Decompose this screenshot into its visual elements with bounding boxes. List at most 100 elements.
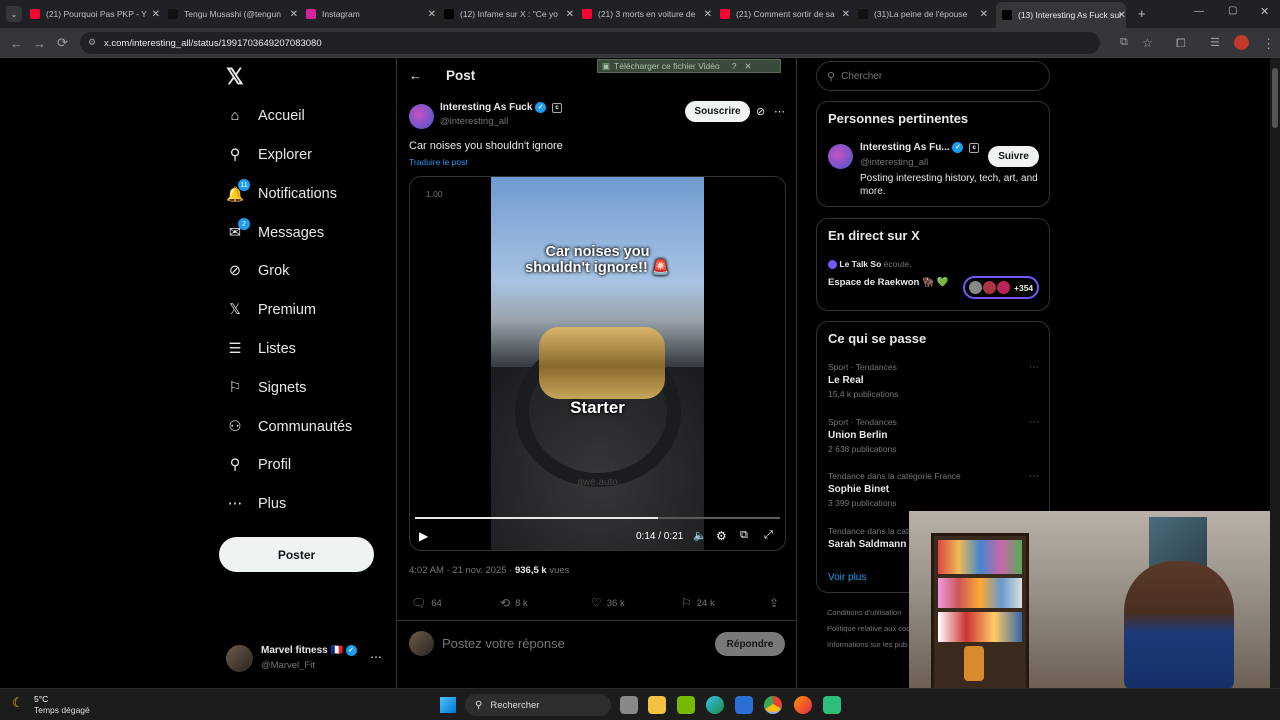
extensions-icon[interactable]: ⧠ <box>1176 36 1186 51</box>
sidebar-item-profil[interactable]: ⚲ Profil <box>226 453 291 477</box>
site-info-icon[interactable]: ⚙ <box>88 37 96 48</box>
browser-tab[interactable]: (13) Interesting As Fuck sur ✕ <box>996 2 1126 28</box>
trend-item[interactable]: Tendance dans la catégorie France Sophie … <box>828 471 1040 508</box>
window-close-button[interactable]: ✕ <box>1260 5 1269 18</box>
back-arrow-icon[interactable]: ← <box>409 68 422 83</box>
page-scrollbar[interactable] <box>1270 58 1280 688</box>
sidebar-item-signets[interactable]: ⚐ Signets <box>226 376 307 400</box>
more-icon[interactable]: ⋯ <box>1029 417 1040 428</box>
chrome-icon[interactable] <box>764 696 782 714</box>
profile-avatar[interactable] <box>1234 35 1249 50</box>
person-handle[interactable]: @interesting_all <box>860 157 928 168</box>
trend-item[interactable]: Sport · Tendances Union Berlin 2 638 publi… <box>828 417 1040 454</box>
tab-close-icon[interactable]: ✕ <box>704 9 712 20</box>
back-icon[interactable]: ← <box>10 36 23 51</box>
tab-search-button[interactable]: ⌄ <box>6 6 22 22</box>
more-icon[interactable]: ⋯ <box>774 105 785 118</box>
edge-icon[interactable] <box>706 696 724 714</box>
reply-button[interactable]: Répondre <box>715 632 785 656</box>
tab-close-icon[interactable]: ✕ <box>980 9 988 20</box>
share-action[interactable]: ⇪ <box>769 596 779 610</box>
translate-link[interactable]: Traduire le post <box>409 157 468 167</box>
more-icon[interactable]: ⋯ <box>1029 471 1040 482</box>
tab-close-icon[interactable]: ✕ <box>428 9 436 20</box>
store-icon[interactable] <box>735 696 753 714</box>
nvidia-icon[interactable] <box>677 696 695 714</box>
seek-bar[interactable] <box>415 517 780 519</box>
sidebar-item-premium[interactable]: 𝕏 Premium <box>226 298 316 322</box>
reply-action[interactable]: 🗨 64 <box>411 596 442 610</box>
space-title[interactable]: Espace de Raekwon 🦬 💚 <box>828 276 958 290</box>
tab-close-icon[interactable]: ✕ <box>566 9 574 20</box>
account-switcher[interactable]: Marvel fitness 🇫🇷 ✓ @Marvel_Fit ⋯ <box>226 643 386 675</box>
subscribe-button[interactable]: Souscrire <box>685 101 750 122</box>
post-button[interactable]: Poster <box>219 537 374 572</box>
like-action[interactable]: ♡ 36 k <box>591 596 625 610</box>
listeners-pill[interactable]: +354 <box>963 276 1039 299</box>
tab-close-icon[interactable]: ✕ <box>1118 10 1126 21</box>
sidebar-item-communauts[interactable]: ⚇ Communautés <box>226 415 353 439</box>
browser-tab[interactable]: Tengu Musashi (@tengun ✕ <box>168 5 298 23</box>
sidebar-item-listes[interactable]: ☰ Listes <box>226 337 296 361</box>
file-explorer-icon[interactable] <box>648 696 666 714</box>
install-app-icon[interactable]: ⧉ <box>1120 36 1128 49</box>
author-handle[interactable]: @interesting_all <box>440 116 508 127</box>
browser-tab[interactable]: Instagram ✕ <box>306 5 436 23</box>
sidebar-item-plus[interactable]: ⋯ Plus <box>226 492 286 516</box>
avatar[interactable] <box>828 144 853 169</box>
sidebar-item-accueil[interactable]: ⌂ Accueil <box>226 104 305 128</box>
browser-tab[interactable]: (21) Pourquoi Pas PKP - Y ✕ <box>30 5 160 23</box>
x-logo[interactable]: 𝕏 <box>226 64 244 90</box>
host-name[interactable]: Le Talk So <box>839 259 881 269</box>
play-icon[interactable]: ▶ <box>419 529 428 543</box>
reading-list-icon[interactable]: ☰ <box>1210 36 1220 49</box>
sidebar-item-messages[interactable]: ✉ 2 Messages <box>226 218 324 245</box>
bookmark-star-icon[interactable]: ☆ <box>1142 36 1153 50</box>
post-timestamp[interactable]: 4:02 AM · 21 nov. 2025 · <box>409 565 515 576</box>
sidebar-item-notifications[interactable]: 🔔 11 Notifications <box>226 179 337 206</box>
browser-tab[interactable]: (21) Comment sortir de sa ✕ <box>720 5 850 23</box>
author-avatar[interactable] <box>409 104 434 129</box>
windows-start-icon[interactable] <box>440 697 456 713</box>
footer-link[interactable]: Conditions d'utilisation <box>827 608 901 617</box>
volume-icon[interactable]: 🔈 <box>693 529 707 542</box>
task-view-icon[interactable] <box>620 696 638 714</box>
trend-item[interactable]: Sport · Tendances Le Real 15,4 k publicati… <box>828 362 1040 399</box>
follow-button[interactable]: Suivre <box>988 146 1039 167</box>
banner-help[interactable]: ? <box>732 61 737 71</box>
grok-icon[interactable]: ⊘ <box>756 105 765 118</box>
close-icon[interactable]: ✕ <box>744 61 751 72</box>
browser-tab[interactable]: (21) 3 morts en voiture de ✕ <box>582 5 712 23</box>
fullscreen-icon[interactable]: ⤢ <box>764 529 773 542</box>
firefox-icon[interactable] <box>794 696 812 714</box>
video-player[interactable]: 1.00 Car noises you shouldn't ignore!! 🚨… <box>409 176 786 551</box>
new-tab-button[interactable]: + <box>1138 6 1146 21</box>
picture-in-picture-icon[interactable]: ⧉ <box>740 529 748 542</box>
browser-tab[interactable]: (12) Infame sur X : "Ce yo ✕ <box>444 5 574 23</box>
tab-close-icon[interactable]: ✕ <box>152 9 160 20</box>
taskbar-search[interactable]: ⚲ Rechercher <box>465 694 611 716</box>
reload-icon[interactable]: ⟳ <box>57 35 68 51</box>
forward-icon[interactable]: → <box>33 36 46 51</box>
app-icon[interactable] <box>823 696 841 714</box>
browser-tab[interactable]: (31)La peine de l'épouse ✕ <box>858 5 988 23</box>
see-more-link[interactable]: Voir plus <box>828 572 866 583</box>
window-restore-button[interactable]: ▢ <box>1228 5 1237 16</box>
browser-menu-icon[interactable]: ⋮ <box>1262 36 1275 52</box>
more-icon[interactable]: ⋯ <box>1029 362 1040 373</box>
address-bar[interactable]: ⚙ x.com/interesting_all/status/199170364… <box>80 32 1100 54</box>
tab-close-icon[interactable]: ✕ <box>290 9 298 20</box>
footer-link[interactable]: Informations sur les pub <box>827 640 907 649</box>
reply-input[interactable]: Postez votre réponse <box>442 636 565 651</box>
sidebar-item-grok[interactable]: ⊘ Grok <box>226 259 290 283</box>
settings-icon[interactable]: ⚙ <box>716 529 727 543</box>
tab-close-icon[interactable]: ✕ <box>842 9 850 20</box>
bookmark-action[interactable]: ⚐ 24 k <box>681 596 715 610</box>
weather-temp[interactable]: 5°C <box>34 694 48 704</box>
search-input[interactable]: ⚲ Chercher <box>816 61 1050 91</box>
window-minimize-button[interactable]: — <box>1194 6 1204 17</box>
sidebar-item-explorer[interactable]: ⚲ Explorer <box>226 143 312 167</box>
person-name[interactable]: Interesting As Fu... <box>860 142 950 153</box>
footer-link[interactable]: Politique relative aux coo <box>827 624 910 633</box>
repost-action[interactable]: ⟲ 8 k <box>500 596 528 610</box>
